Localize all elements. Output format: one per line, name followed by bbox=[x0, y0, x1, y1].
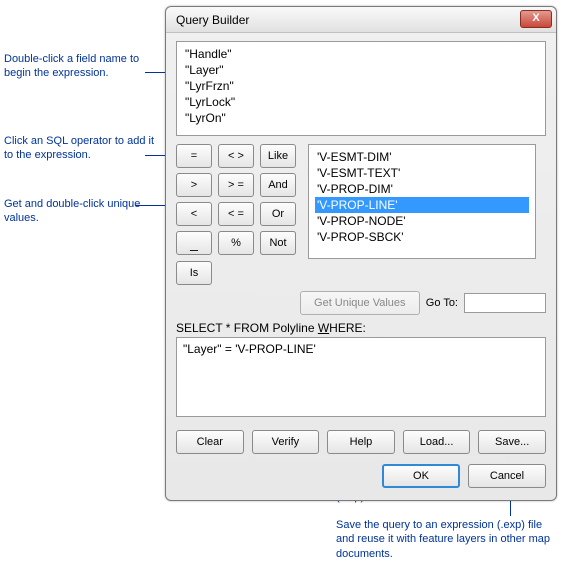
op-lte[interactable]: < = bbox=[218, 202, 254, 226]
annotation-fields: Double-click a field name to begin the e… bbox=[4, 52, 159, 81]
annotation-operators: Click an SQL operator to add it to the e… bbox=[4, 134, 159, 163]
value-item-selected[interactable]: 'V-PROP-LINE' bbox=[315, 197, 529, 213]
annotation-values: Get and double-click unique values. bbox=[4, 197, 159, 226]
goto-label: Go To: bbox=[426, 297, 458, 309]
cancel-button[interactable]: Cancel bbox=[468, 464, 546, 488]
op-gte[interactable]: > = bbox=[218, 173, 254, 197]
help-button[interactable]: Help bbox=[327, 430, 395, 454]
op-not[interactable]: Not bbox=[260, 231, 296, 255]
op-equals[interactable]: = bbox=[176, 144, 212, 168]
op-underscore[interactable]: _ bbox=[176, 231, 212, 255]
close-icon: X bbox=[532, 12, 539, 24]
value-item[interactable]: 'V-ESMT-DIM' bbox=[315, 149, 529, 165]
op-like[interactable]: Like bbox=[260, 144, 296, 168]
close-button[interactable]: X bbox=[520, 10, 552, 28]
op-lt[interactable]: < bbox=[176, 202, 212, 226]
op-gt[interactable]: > bbox=[176, 173, 212, 197]
op-and[interactable]: And bbox=[260, 173, 296, 197]
select-from-label: SELECT * FROM Polyline WHERE: bbox=[176, 321, 546, 335]
titlebar[interactable]: Query Builder X bbox=[166, 7, 556, 33]
value-item[interactable]: 'V-PROP-SBCK' bbox=[315, 229, 529, 245]
op-or[interactable]: Or bbox=[260, 202, 296, 226]
goto-input[interactable] bbox=[464, 293, 546, 313]
op-is[interactable]: Is bbox=[176, 261, 212, 285]
field-item[interactable]: "LyrOn" bbox=[183, 110, 539, 126]
field-item[interactable]: "LyrLock" bbox=[183, 94, 539, 110]
get-unique-values-button[interactable]: Get Unique Values bbox=[300, 291, 420, 315]
value-item[interactable]: 'V-PROP-DIM' bbox=[315, 181, 529, 197]
ok-button[interactable]: OK bbox=[382, 464, 460, 488]
verify-button[interactable]: Verify bbox=[252, 430, 320, 454]
save-button[interactable]: Save... bbox=[478, 430, 546, 454]
field-item[interactable]: "Handle" bbox=[183, 46, 539, 62]
load-button[interactable]: Load... bbox=[403, 430, 471, 454]
field-item[interactable]: "LyrFrzn" bbox=[183, 78, 539, 94]
value-item[interactable]: 'V-ESMT-TEXT' bbox=[315, 165, 529, 181]
values-list[interactable]: 'V-ESMT-DIM' 'V-ESMT-TEXT' 'V-PROP-DIM' … bbox=[308, 144, 536, 259]
fields-list[interactable]: "Handle" "Layer" "LyrFrzn" "LyrLock" "Ly… bbox=[176, 41, 546, 136]
op-percent[interactable]: % bbox=[218, 231, 254, 255]
query-builder-dialog: Query Builder X "Handle" "Layer" "LyrFrz… bbox=[165, 6, 557, 501]
op-not-equals[interactable]: < > bbox=[218, 144, 254, 168]
window-title: Query Builder bbox=[172, 13, 249, 27]
value-item[interactable]: 'V-PROP-NODE' bbox=[315, 213, 529, 229]
field-item[interactable]: "Layer" bbox=[183, 62, 539, 78]
annotation-save: Save the query to an expression (.exp) f… bbox=[336, 518, 552, 561]
expression-textarea[interactable] bbox=[176, 337, 546, 417]
clear-button[interactable]: Clear bbox=[176, 430, 244, 454]
